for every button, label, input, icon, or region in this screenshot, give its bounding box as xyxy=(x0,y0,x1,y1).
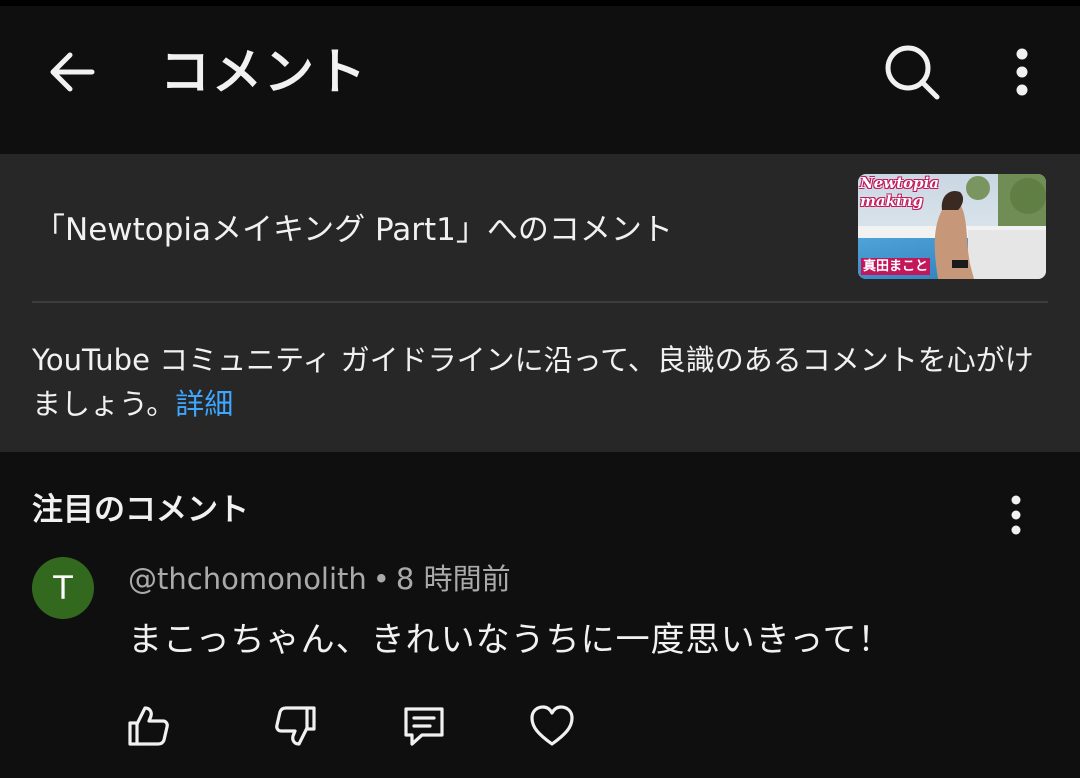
meta-separator: • xyxy=(372,562,390,596)
comment-text: まこっちゃん、きれいなうちに一度思いきって！ xyxy=(128,620,893,660)
comment-time: 8 時間前 xyxy=(395,562,511,596)
comment-meta: @thchomonolith • 8 時間前 xyxy=(128,558,511,600)
more-vertical-icon xyxy=(1016,48,1028,96)
thumbs-up-icon xyxy=(128,706,169,746)
comment-author[interactable]: @thchomonolith xyxy=(128,562,367,596)
dislike-button[interactable] xyxy=(270,700,322,752)
app-header: コメント xyxy=(0,0,1080,152)
search-button[interactable] xyxy=(880,40,944,104)
heart-icon xyxy=(530,705,574,746)
reply-icon xyxy=(404,707,444,746)
thumbnail-title: Newtopia making xyxy=(860,174,940,210)
more-vertical-icon xyxy=(1011,495,1021,535)
status-strip xyxy=(0,0,1080,6)
reply-button[interactable] xyxy=(398,700,450,752)
heart-button[interactable] xyxy=(526,700,578,752)
page-title: コメント xyxy=(160,43,368,101)
learn-more-link[interactable]: 詳細 xyxy=(175,387,233,421)
avatar[interactable]: T xyxy=(32,557,94,619)
search-icon xyxy=(885,45,940,100)
back-button[interactable] xyxy=(40,44,104,100)
like-button[interactable] xyxy=(122,700,174,752)
arrow-left-icon xyxy=(50,52,95,92)
thumbs-down-icon xyxy=(275,706,316,746)
section-options-button[interactable] xyxy=(996,490,1036,540)
divider xyxy=(32,301,1048,303)
video-thumbnail[interactable]: Newtopia making 真田まこと xyxy=(858,174,1046,279)
video-comments-heading: 「Newtopiaメイキング Part1」へのコメント xyxy=(34,212,673,248)
section-title: 注目のコメント xyxy=(32,492,249,528)
community-guidelines-notice: YouTube コミュニティ ガイドラインに沿って、良識のあるコメントを心がけま… xyxy=(32,338,1042,426)
video-info-panel: 「Newtopiaメイキング Part1」へのコメント Newtopia mak… xyxy=(0,154,1080,452)
thumbnail-caption: 真田まこと xyxy=(861,258,931,275)
more-options-button[interactable] xyxy=(1000,40,1044,104)
